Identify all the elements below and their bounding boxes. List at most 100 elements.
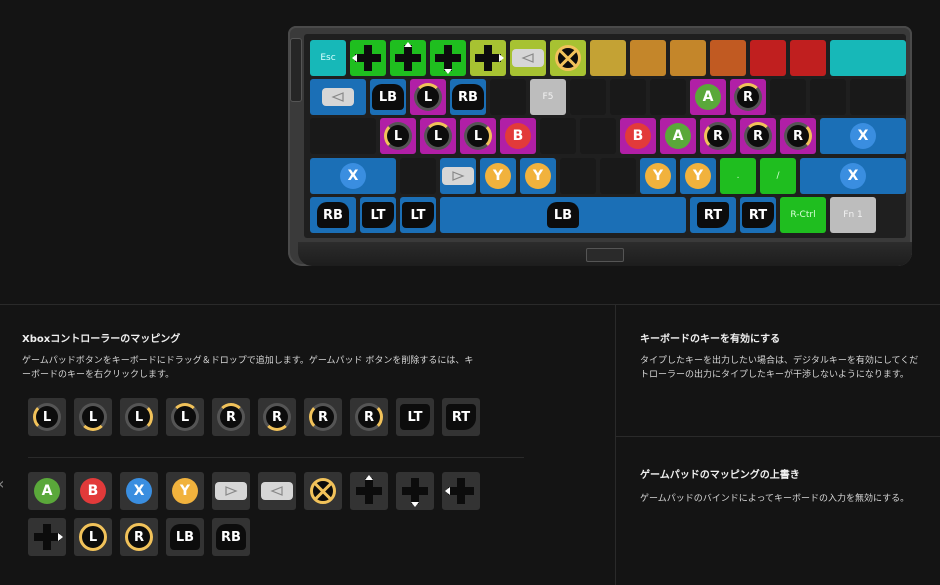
override-line1: ゲームパッドのバインドによってキーボードの入力を無効にする。 [640,494,910,504]
palette-button[interactable]: LT [396,398,434,436]
palette-button[interactable]: X [120,472,158,510]
keyboard-key[interactable]: RT [740,197,776,233]
palette-button[interactable]: R [304,398,342,436]
keyboard-key[interactable]: Y [520,158,556,194]
palette-button[interactable]: A [28,472,66,510]
keyboard-key[interactable] [630,40,666,76]
palette-button[interactable]: RT [442,398,480,436]
keyboard-key[interactable]: A [660,118,696,154]
mapping-description: ゲームパッドボタンをキーボードにドラッグ＆ドロップで追加します。ゲームパッド ボ… [22,354,473,382]
keyboard-key[interactable] [710,40,746,76]
keyboard-key[interactable]: X [820,118,906,154]
palette-button[interactable]: R [258,398,296,436]
stick-r-icon: R [704,122,732,150]
keyboard-key[interactable]: F5 [530,79,566,115]
keyboard-key[interactable] [540,118,576,154]
dpad-left-icon [445,478,474,504]
keyboard-key[interactable] [310,118,376,154]
palette-button[interactable] [28,518,66,556]
keyboard-key[interactable]: LB [370,79,406,115]
button-a-icon: A [34,478,60,504]
keyboard-key[interactable]: Fn 1 [830,197,876,233]
keyboard-key[interactable]: / [760,158,796,194]
keyboard-key[interactable]: X [800,158,906,194]
keyboard-key[interactable]: R [780,118,816,154]
dpad-right-icon [34,524,63,550]
button-x-icon: X [840,163,866,189]
palette-button[interactable] [304,472,342,510]
keyboard-key[interactable] [830,40,906,76]
keyboard-key[interactable] [490,79,526,115]
palette-button[interactable]: R [350,398,388,436]
right-section-divider [615,436,940,437]
keyboard-key[interactable] [550,40,586,76]
keyboard-key[interactable] [670,40,706,76]
keyboard-key[interactable]: L [410,79,446,115]
keyboard-key[interactable] [560,158,596,194]
keyboard-key[interactable]: R [740,118,776,154]
keyboard-key[interactable]: RT [690,197,736,233]
keyboard-key[interactable] [580,118,616,154]
keyboard-key[interactable]: Esc [310,40,346,76]
trigger-rt-icon: RT [446,404,476,430]
keyboard-key[interactable] [610,79,646,115]
keyboard-key[interactable] [430,40,466,76]
section-divider-horizontal [0,304,940,305]
keyboard-key[interactable]: X [310,158,396,194]
palette-button[interactable]: L [74,398,112,436]
palette-button[interactable]: L [74,518,112,556]
keyboard-key[interactable]: Y [480,158,516,194]
keyboard-key[interactable]: R [730,79,766,115]
keyboard-key[interactable] [350,40,386,76]
keyboard-key[interactable]: L [460,118,496,154]
keyboard-key[interactable]: Y [640,158,676,194]
keyboard-key[interactable] [310,79,366,115]
palette-button[interactable]: LB [166,518,204,556]
keyboard-key[interactable]: L [380,118,416,154]
palette-button[interactable]: B [74,472,112,510]
palette-button[interactable]: RB [212,518,250,556]
palette-button[interactable]: L [28,398,66,436]
palette-button[interactable] [396,472,434,510]
keyboard-key[interactable]: R-Ctrl [780,197,826,233]
palette-button[interactable]: L [120,398,158,436]
keyboard-key[interactable] [850,79,906,115]
keyboard-key[interactable]: A [690,79,726,115]
keyboard-key[interactable]: RB [310,197,356,233]
keyboard-key[interactable] [770,79,806,115]
keyboard-key[interactable] [400,158,436,194]
palette-button[interactable]: L [166,398,204,436]
palette-button[interactable] [350,472,388,510]
palette-button[interactable] [442,472,480,510]
keyboard-key[interactable]: B [500,118,536,154]
keyboard-key[interactable]: LT [360,197,396,233]
keyboard-key[interactable]: . [720,158,756,194]
keyboard-key[interactable]: RB [450,79,486,115]
chevron-left-icon[interactable]: ‹ [0,474,4,493]
keyboard-key[interactable]: Y [680,158,716,194]
palette-button[interactable]: R [120,518,158,556]
palette-button[interactable]: R [212,398,250,436]
palette-button[interactable]: Y [166,472,204,510]
keyboard-key[interactable] [470,40,506,76]
keyboard-key[interactable] [570,79,606,115]
palette-button[interactable] [212,472,250,510]
keyboard-key[interactable] [810,79,846,115]
keyboard-key[interactable]: R [700,118,736,154]
keyboard-key[interactable]: LB [440,197,686,233]
keyboard-key[interactable] [440,158,476,194]
keyboard-key[interactable] [790,40,826,76]
enable-keys-line2: トローラーの出力にタイプしたキーが干渉しないようになります。 [640,370,909,380]
palette-button[interactable] [258,472,296,510]
keyboard-key[interactable] [650,79,686,115]
keyboard-key[interactable]: LT [400,197,436,233]
keyboard-key[interactable] [510,40,546,76]
keyboard-key[interactable] [390,40,426,76]
keyboard-key[interactable]: L [420,118,456,154]
keyboard-key[interactable] [600,158,636,194]
keyboard-key[interactable] [750,40,786,76]
override-title: ゲームパッドのマッピングの上書き [640,470,800,481]
keyboard-key[interactable] [590,40,626,76]
keyboard-key[interactable]: B [620,118,656,154]
stick-l-icon: L [33,403,61,431]
